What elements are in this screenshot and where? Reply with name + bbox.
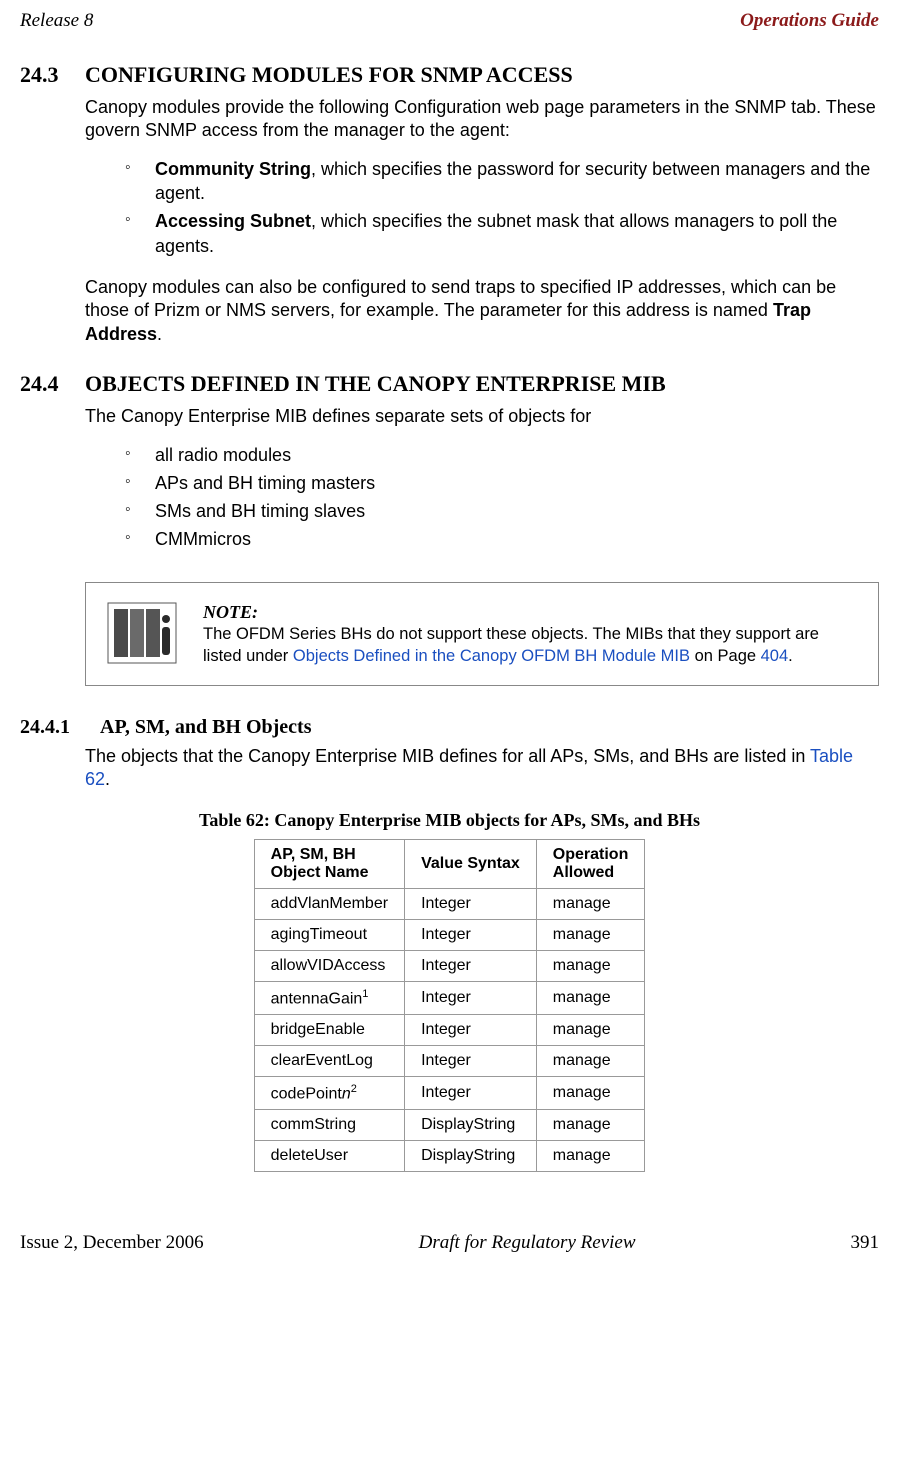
paragraph: Canopy modules can also be configured to… (85, 276, 879, 346)
table-row: antennaGain1Integermanage (254, 981, 645, 1014)
col-header-operation: OperationAllowed (536, 839, 645, 888)
page-footer: Issue 2, December 2006 Draft for Regulat… (20, 1232, 879, 1254)
paragraph: The Canopy Enterprise MIB defines separa… (85, 405, 879, 428)
section-title: OBJECTS DEFINED IN THE CANOPY ENTERPRISE… (85, 371, 666, 397)
header-release: Release 8 (20, 10, 93, 32)
document-page: Release 8 Operations Guide 24.3 CONFIGUR… (0, 0, 899, 1274)
list-item: CMMmicros (85, 527, 879, 551)
cell-object-name: allowVIDAccess (254, 950, 404, 981)
cell-object-name: deleteUser (254, 1141, 404, 1172)
footer-issue: Issue 2, December 2006 (20, 1232, 204, 1254)
table-row: agingTimeoutIntegermanage (254, 919, 645, 950)
table-row: clearEventLogIntegermanage (254, 1046, 645, 1077)
cell-value-syntax: Integer (405, 950, 537, 981)
paragraph: The objects that the Canopy Enterprise M… (85, 745, 879, 792)
cell-operation: manage (536, 1141, 645, 1172)
page-reference-link[interactable]: 404 (761, 647, 789, 665)
table-row: addVlanMemberIntegermanage (254, 888, 645, 919)
bullet-list: all radio modules APs and BH timing mast… (85, 443, 879, 552)
text: on Page (690, 647, 761, 665)
cell-value-syntax: Integer (405, 888, 537, 919)
subsection-number: 24.4.1 (20, 716, 100, 739)
cell-object-name: addVlanMember (254, 888, 404, 919)
cell-object-name: clearEventLog (254, 1046, 404, 1077)
text: . (788, 647, 793, 665)
cell-value-syntax: Integer (405, 1077, 537, 1110)
section-heading-244: 24.4 OBJECTS DEFINED IN THE CANOPY ENTER… (20, 371, 879, 397)
cell-value-syntax: Integer (405, 981, 537, 1014)
bullet-list: Community String, which specifies the pa… (85, 157, 879, 258)
term: Accessing Subnet (155, 211, 311, 231)
table-row: allowVIDAccessIntegermanage (254, 950, 645, 981)
term: Community String (155, 159, 311, 179)
cell-object-name: commString (254, 1110, 404, 1141)
note-body: NOTE: The OFDM Series BHs do not support… (203, 601, 858, 667)
list-item: all radio modules (85, 443, 879, 467)
footer-draft-label: Draft for Regulatory Review (419, 1232, 636, 1254)
cell-operation: manage (536, 981, 645, 1014)
col-header-value-syntax: Value Syntax (405, 839, 537, 888)
paragraph: Canopy modules provide the following Con… (85, 96, 879, 143)
cell-operation: manage (536, 950, 645, 981)
text: Canopy modules can also be configured to… (85, 277, 836, 320)
header-guide-title: Operations Guide (740, 10, 879, 32)
table-row: deleteUserDisplayStringmanage (254, 1141, 645, 1172)
list-item: SMs and BH timing slaves (85, 499, 879, 523)
cell-value-syntax: DisplayString (405, 1110, 537, 1141)
cell-operation: manage (536, 1046, 645, 1077)
list-item: APs and BH timing masters (85, 471, 879, 495)
cell-object-name: antennaGain1 (254, 981, 404, 1014)
mib-objects-table: AP, SM, BHObject Name Value Syntax Opera… (254, 839, 646, 1173)
section-title: CONFIGURING MODULES FOR SNMP ACCESS (85, 62, 573, 88)
cell-value-syntax: Integer (405, 1046, 537, 1077)
cell-object-name: codePointn2 (254, 1077, 404, 1110)
info-icon (106, 601, 178, 665)
page-header: Release 8 Operations Guide (20, 10, 879, 32)
text: . (105, 769, 110, 789)
table-row: bridgeEnableIntegermanage (254, 1015, 645, 1046)
cell-object-name: agingTimeout (254, 919, 404, 950)
cell-operation: manage (536, 888, 645, 919)
section-heading-243: 24.3 CONFIGURING MODULES FOR SNMP ACCESS (20, 62, 879, 88)
cell-value-syntax: Integer (405, 919, 537, 950)
text: The objects that the Canopy Enterprise M… (85, 746, 810, 766)
cell-value-syntax: Integer (405, 1015, 537, 1046)
section-number: 24.4 (20, 371, 85, 397)
note-callout: NOTE: The OFDM Series BHs do not support… (85, 582, 879, 686)
subsection-title: AP, SM, and BH Objects (100, 716, 312, 739)
table-header-row: AP, SM, BHObject Name Value Syntax Opera… (254, 839, 645, 888)
table-caption: Table 62: Canopy Enterprise MIB objects … (20, 810, 879, 831)
section-number: 24.3 (20, 62, 85, 88)
cell-operation: manage (536, 1077, 645, 1110)
cell-value-syntax: DisplayString (405, 1141, 537, 1172)
col-header-object-name: AP, SM, BHObject Name (254, 839, 404, 888)
footer-page-number: 391 (851, 1232, 880, 1254)
subsection-heading-2441: 24.4.1 AP, SM, and BH Objects (20, 716, 879, 739)
cell-operation: manage (536, 1110, 645, 1141)
table-row: codePointn2Integermanage (254, 1077, 645, 1110)
cell-object-name: bridgeEnable (254, 1015, 404, 1046)
table-row: commStringDisplayStringmanage (254, 1110, 645, 1141)
cell-operation: manage (536, 1015, 645, 1046)
list-item: Community String, which specifies the pa… (85, 157, 879, 206)
cell-operation: manage (536, 919, 645, 950)
note-title: NOTE: (203, 602, 258, 622)
cross-reference-link[interactable]: Objects Defined in the Canopy OFDM BH Mo… (293, 647, 690, 665)
text: . (157, 324, 162, 344)
list-item: Accessing Subnet, which specifies the su… (85, 209, 879, 258)
